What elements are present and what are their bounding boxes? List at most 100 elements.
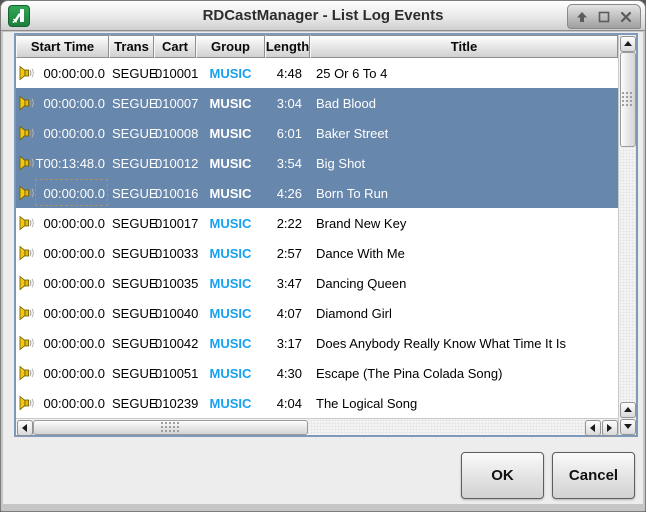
scroll-down-button[interactable] (620, 419, 636, 435)
start-time-cell: 00:00:00.0 (16, 178, 109, 208)
speaker-icon[interactable] (19, 275, 35, 291)
cart-cell: 010035 (154, 268, 196, 298)
scroll-left-button-2[interactable] (585, 420, 601, 436)
speaker-icon[interactable] (19, 95, 35, 111)
title-cell: Big Shot (310, 148, 618, 178)
length-cell: 3:54 (265, 148, 310, 178)
speaker-icon[interactable] (19, 395, 35, 411)
group-cell: MUSIC (196, 208, 265, 238)
log-event-row[interactable]: 00:00:00.0 SEGUE 010008 MUSIC 6:01 Baker… (16, 118, 618, 148)
title-cell: Diamond Girl (310, 298, 618, 328)
speaker-icon[interactable] (19, 185, 35, 201)
trans-cell: SEGUE (109, 298, 154, 328)
rdcastmanager-window: RDCastManager - List Log Events (0, 0, 646, 512)
length-cell: 4:30 (265, 358, 310, 388)
speaker-icon[interactable] (19, 335, 35, 351)
speaker-icon[interactable] (19, 245, 35, 261)
cart-cell: 010017 (154, 208, 196, 238)
list-rows: 00:00:00.0 SEGUE 010001 MUSIC 4:48 25 Or… (16, 58, 618, 418)
speaker-icon[interactable] (19, 125, 35, 141)
group-cell: MUSIC (196, 88, 265, 118)
column-header-group[interactable]: Group (196, 35, 265, 58)
speaker-icon[interactable] (19, 365, 35, 381)
length-cell: 4:48 (265, 58, 310, 88)
cart-cell: 010007 (154, 88, 196, 118)
horizontal-scrollbar-track[interactable] (308, 419, 584, 435)
length-cell: 4:07 (265, 298, 310, 328)
log-event-row[interactable]: 00:00:00.0 SEGUE 010239 MUSIC 4:04 The L… (16, 388, 618, 418)
cart-cell: 010016 (154, 178, 196, 208)
shade-button[interactable] (572, 7, 592, 26)
group-cell: MUSIC (196, 388, 265, 418)
scroll-left-button[interactable] (17, 420, 33, 436)
start-time-cell: 00:00:00.0 (16, 118, 109, 148)
log-event-row[interactable]: 00:00:00.0 SEGUE 010017 MUSIC 2:22 Brand… (16, 208, 618, 238)
close-button[interactable] (616, 7, 636, 26)
titlebar[interactable]: RDCastManager - List Log Events (1, 1, 645, 31)
left-arrow-icon (590, 424, 595, 432)
trans-cell: SEGUE (109, 208, 154, 238)
length-cell: 6:01 (265, 118, 310, 148)
start-time-cell: 00:00:00.0 (16, 268, 109, 298)
group-cell: MUSIC (196, 298, 265, 328)
column-header-trans[interactable]: Trans (109, 35, 154, 58)
title-cell: Baker Street (310, 118, 618, 148)
trans-cell: SEGUE (109, 388, 154, 418)
trans-cell: SEGUE (109, 148, 154, 178)
log-event-row[interactable]: 00:00:00.0 SEGUE 010033 MUSIC 2:57 Dance… (16, 238, 618, 268)
right-arrow-icon (607, 424, 612, 432)
log-event-row[interactable]: 00:00:00.0 SEGUE 010035 MUSIC 3:47 Danci… (16, 268, 618, 298)
dialog-body: Start Time Trans Cart Group Length Title… (3, 32, 643, 504)
slider-grip (621, 91, 634, 108)
speaker-icon[interactable] (19, 155, 35, 171)
group-cell: MUSIC (196, 58, 265, 88)
maximize-button[interactable] (594, 7, 614, 26)
start-time-cell: 00:00:00.0 (16, 388, 109, 418)
speaker-icon[interactable] (19, 65, 35, 81)
column-header-cart[interactable]: Cart (154, 35, 196, 58)
column-header-length[interactable]: Length (265, 35, 310, 58)
log-event-row[interactable]: 00:00:00.0 SEGUE 010040 MUSIC 4:07 Diamo… (16, 298, 618, 328)
column-header-title[interactable]: Title (310, 35, 618, 58)
log-event-row[interactable]: 00:00:00.0 SEGUE 010042 MUSIC 3:17 Does … (16, 328, 618, 358)
trans-cell: SEGUE (109, 328, 154, 358)
title-cell: Born To Run (310, 178, 618, 208)
title-cell: Bad Blood (310, 88, 618, 118)
log-event-row[interactable]: 00:00:00.0 SEGUE 010051 MUSIC 4:30 Escap… (16, 358, 618, 388)
cart-cell: 010051 (154, 358, 196, 388)
slider-grip (160, 421, 181, 434)
scroll-up-button[interactable] (620, 36, 636, 52)
horizontal-scrollbar[interactable] (16, 418, 618, 435)
trans-cell: SEGUE (109, 118, 154, 148)
vertical-scrollbar[interactable] (618, 35, 636, 435)
list-header: Start Time Trans Cart Group Length Title (16, 35, 618, 58)
column-header-start-time[interactable]: Start Time (16, 35, 109, 58)
length-cell: 2:57 (265, 238, 310, 268)
cancel-button[interactable]: Cancel (552, 452, 635, 499)
scroll-up-button-2[interactable] (620, 402, 636, 418)
log-event-row[interactable]: 00:00:00.0 SEGUE 010007 MUSIC 3:04 Bad B… (16, 88, 618, 118)
speaker-icon[interactable] (19, 215, 35, 231)
vertical-scrollbar-slider[interactable] (620, 52, 636, 147)
maximize-icon (598, 11, 610, 23)
trans-cell: SEGUE (109, 178, 154, 208)
start-time-cell: 00:00:00.0 (16, 88, 109, 118)
group-cell: MUSIC (196, 148, 265, 178)
log-events-list: Start Time Trans Cart Group Length Title… (14, 33, 638, 437)
vertical-scrollbar-track[interactable] (619, 147, 636, 401)
horizontal-scrollbar-slider[interactable] (33, 420, 308, 435)
length-cell: 4:26 (265, 178, 310, 208)
length-cell: 2:22 (265, 208, 310, 238)
log-event-row[interactable]: 00:00:00.0 SEGUE 010001 MUSIC 4:48 25 Or… (16, 58, 618, 88)
cart-cell: 010001 (154, 58, 196, 88)
trans-cell: SEGUE (109, 88, 154, 118)
speaker-icon[interactable] (19, 305, 35, 321)
log-event-row[interactable]: T00:13:48.0 SEGUE 010012 MUSIC 3:54 Big … (16, 148, 618, 178)
log-event-row[interactable]: 00:00:00.0 SEGUE 010016 MUSIC 4:26 Born … (16, 178, 618, 208)
window-controls (567, 4, 641, 29)
scroll-right-button[interactable] (602, 420, 618, 436)
cart-cell: 010033 (154, 238, 196, 268)
title-cell: Dancing Queen (310, 268, 618, 298)
group-cell: MUSIC (196, 178, 265, 208)
ok-button[interactable]: OK (461, 452, 544, 499)
